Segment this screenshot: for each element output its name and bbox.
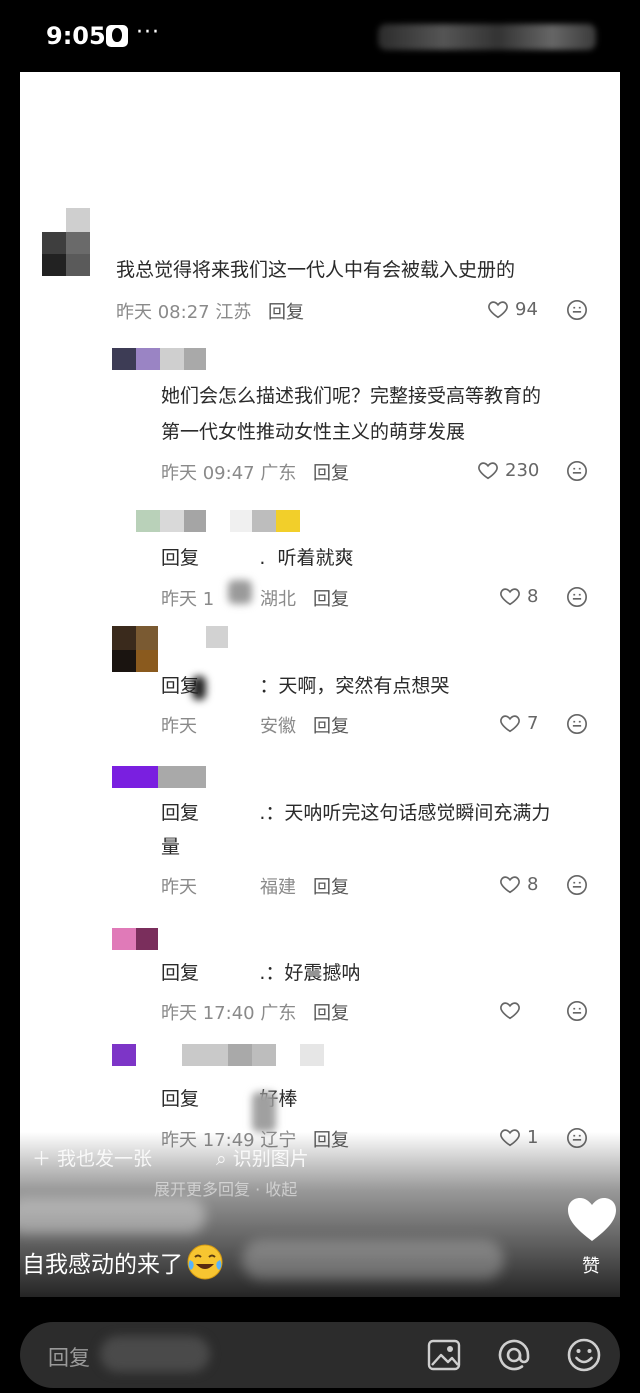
avatar [112, 348, 206, 370]
like-button[interactable]: 8 [499, 873, 538, 895]
avatar [112, 928, 158, 950]
like-button[interactable] [499, 999, 527, 1021]
reply-button[interactable]: 回复 [268, 298, 304, 324]
status-time: 9:05 [46, 22, 106, 50]
comment-thread: 我总觉得将来我们这一代人中有会被载入史册的 昨天 08:27 江苏 回复 94 … [20, 72, 620, 1192]
status-bar: 9:05 ··· [0, 0, 640, 72]
heart-icon [488, 301, 508, 319]
comment-text: 她们会怎么描述我们呢？完整接受高等教育的 [161, 385, 542, 407]
comment-time: 昨天 1 [161, 589, 215, 610]
heart-icon [500, 876, 520, 894]
redacted-block [228, 580, 252, 604]
plus-icon: ＋ [32, 1148, 58, 1170]
like-label: 赞 [582, 1256, 600, 1277]
comment-screenshot-image[interactable]: 我总觉得将来我们这一代人中有会被载入史册的 昨天 08:27 江苏 回复 94 … [20, 72, 620, 1297]
reply-input-placeholder[interactable]: 回复 [48, 1342, 90, 1372]
like-count: 8 [527, 873, 539, 895]
emoji-reaction-icon[interactable] [566, 874, 588, 896]
reply-button[interactable]: 回复 [313, 712, 349, 738]
emoji-icon[interactable] [566, 1337, 602, 1373]
like-button[interactable]: 8 [499, 585, 538, 607]
post-caption: 自我感动的来了 [22, 1242, 225, 1282]
like-button[interactable]: 7 [499, 712, 538, 734]
comment-text: 量 [161, 836, 181, 858]
like-count: 94 [515, 298, 538, 320]
reply-input-bar[interactable]: 回复 [20, 1322, 620, 1388]
more-notifications-icon: ··· [136, 20, 160, 45]
avatar [42, 208, 90, 278]
emoji-reaction-icon[interactable] [566, 1000, 588, 1022]
caption-blurred-text [242, 1240, 504, 1280]
like-button[interactable]: 94 [487, 298, 538, 320]
same-post-button[interactable]: ＋ 我也发一张 [32, 1144, 152, 1171]
avatar [112, 766, 206, 788]
qq-notification-icon [106, 25, 128, 47]
same-post-label: 我也发一张 [57, 1148, 153, 1170]
reply-target-blurred [100, 1336, 210, 1372]
reply-button[interactable]: 回复 [313, 999, 349, 1025]
reply-button[interactable]: 回复 [313, 459, 349, 485]
comment-time: 昨天 [161, 716, 197, 737]
like-count: 8 [527, 585, 539, 607]
reply-button[interactable]: 回复 [313, 873, 349, 899]
emoji-reaction-icon[interactable] [566, 713, 588, 735]
crying-laughing-emoji-icon [187, 1244, 223, 1280]
author-name-blurred [20, 1198, 206, 1234]
identify-image-label: 识别图片 [232, 1148, 309, 1170]
comment-time-location: 昨天 09:47 广东 [161, 463, 297, 484]
image-icon[interactable] [426, 1337, 462, 1373]
like-button[interactable]: 230 [477, 459, 539, 481]
heart-icon [500, 715, 520, 733]
comment-time: 昨天 [161, 877, 197, 898]
comment-location: 福建 [260, 877, 296, 898]
identify-image-button[interactable]: ⌕ 识别图片 [216, 1144, 309, 1171]
comment-location: 湖北 [260, 589, 296, 610]
status-icons-blurred [378, 24, 596, 50]
comment-text: 我总觉得将来我们这一代人中有会被载入史册的 [116, 259, 516, 281]
avatar [112, 1044, 324, 1066]
scan-icon: ⌕ [216, 1148, 233, 1170]
comment-text: 回复 .：天呐听完这句话感觉瞬间充满力 [161, 802, 551, 824]
redacted-block [192, 676, 206, 700]
heart-icon [478, 462, 498, 480]
comment-time-location: 昨天 08:27 江苏 [116, 302, 252, 323]
heart-icon [500, 588, 520, 606]
like-heart-icon[interactable] [566, 1196, 618, 1244]
collapse-replies-text[interactable]: 展开更多回复 · 收起 [154, 1176, 297, 1200]
caption-text: 自我感动的来了 [22, 1252, 183, 1278]
emoji-reaction-icon[interactable] [566, 586, 588, 608]
heart-icon [500, 1002, 520, 1020]
emoji-reaction-icon[interactable] [566, 460, 588, 482]
like-count: 230 [505, 459, 540, 481]
like-count: 7 [527, 712, 539, 734]
comment-text: 回复 . 听着就爽 [161, 547, 354, 569]
avatar [136, 510, 300, 532]
comment-text: 回复 .：好震撼呐 [161, 962, 361, 984]
comment-time-location: 昨天 17:40 广东 [161, 1003, 297, 1024]
reply-button[interactable]: 回复 [313, 585, 349, 611]
at-mention-icon[interactable] [496, 1337, 532, 1373]
comment-location: 安徽 [260, 716, 296, 737]
avatar [112, 626, 228, 672]
comment-text: 回复 好棒 [161, 1088, 298, 1110]
emoji-reaction-icon[interactable] [566, 299, 588, 321]
comment-text: 第一代女性推动女性主义的萌芽发展 [161, 421, 466, 443]
